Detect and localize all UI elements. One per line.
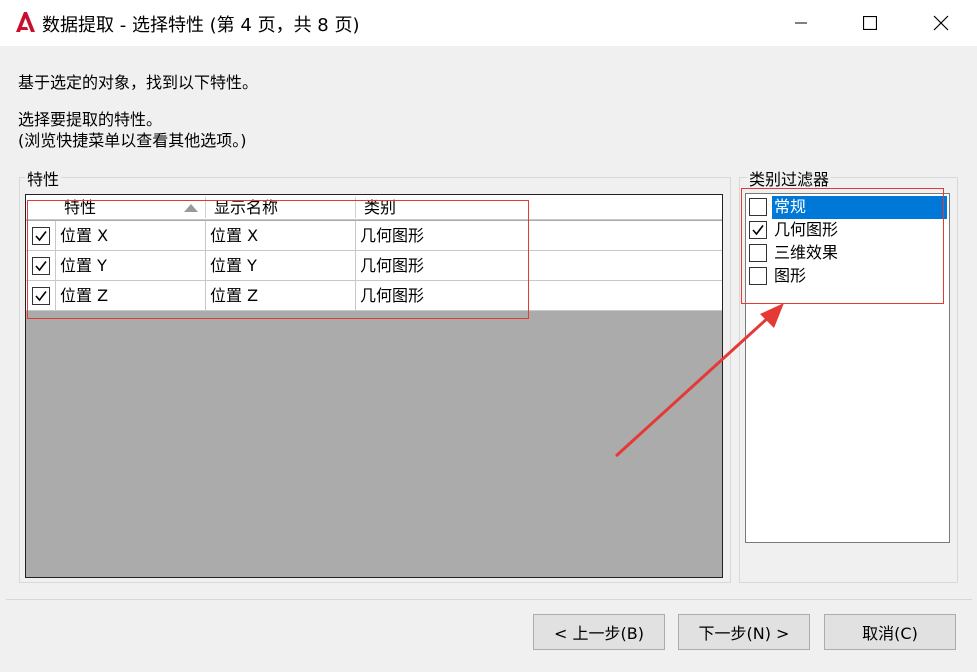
- column-header-property-label: 特性: [64, 198, 97, 217]
- autocad-a-icon: [16, 12, 35, 32]
- title-bar: 数据提取 - 选择特性 (第 4 页，共 8 页): [0, 0, 977, 46]
- column-header-display-name[interactable]: 显示名称: [206, 195, 356, 220]
- annotation-arrow-icon: [614, 303, 784, 458]
- next-button-label: 下一步(N) >: [698, 624, 790, 643]
- cell-category: 几何图形: [360, 256, 425, 275]
- filter-item-graphics[interactable]: 图形: [746, 265, 949, 288]
- window-title: 数据提取 - 选择特性 (第 4 页，共 8 页): [42, 15, 360, 36]
- filter-checkbox[interactable]: [749, 221, 767, 239]
- close-button[interactable]: [918, 0, 964, 46]
- checkmark-icon: [35, 261, 47, 272]
- filter-checkbox[interactable]: [749, 244, 767, 262]
- checkmark-icon: [752, 225, 764, 236]
- filter-item-label: 图形: [774, 266, 807, 285]
- cell-property: 位置 Z: [60, 286, 109, 305]
- next-button[interactable]: 下一步(N) >: [678, 614, 810, 650]
- instruction-found: 基于选定的对象，找到以下特性。: [18, 73, 259, 92]
- checkmark-icon: [35, 231, 47, 242]
- back-button[interactable]: < 上一步(B): [533, 614, 665, 650]
- filter-checkbox[interactable]: [749, 198, 767, 216]
- filter-checkbox[interactable]: [749, 267, 767, 285]
- maximize-icon: [863, 16, 877, 30]
- cell-display-name: 位置 X: [210, 226, 259, 245]
- row-checkbox[interactable]: [32, 287, 50, 305]
- filter-item-geometry[interactable]: 几何图形: [746, 219, 949, 242]
- column-header-category[interactable]: 类别: [356, 195, 556, 220]
- column-header-display-name-label: 显示名称: [214, 198, 279, 217]
- column-header-category-label: 类别: [364, 198, 397, 217]
- row-checkbox[interactable]: [32, 257, 50, 275]
- row-checkbox[interactable]: [32, 227, 50, 245]
- cell-category: 几何图形: [360, 286, 425, 305]
- cancel-button-label: 取消(C): [862, 624, 918, 643]
- cell-display-name: 位置 Y: [210, 256, 257, 275]
- properties-group-label: 特性: [25, 166, 62, 190]
- maximize-button[interactable]: [847, 0, 893, 46]
- cancel-button[interactable]: 取消(C): [824, 614, 956, 650]
- sort-ascending-icon: [184, 204, 198, 212]
- cell-property: 位置 Y: [60, 256, 107, 275]
- filter-item-3d-effects[interactable]: 三维效果: [746, 242, 949, 265]
- filter-item-label: 三维效果: [774, 243, 839, 262]
- table-row[interactable]: 位置 Y 位置 Y 几何图形: [26, 251, 722, 281]
- category-filter-label: 类别过滤器: [747, 166, 832, 190]
- footer-divider: [6, 599, 972, 600]
- filter-item-general[interactable]: 常规: [746, 196, 949, 219]
- close-icon: [933, 15, 949, 31]
- minimize-icon: [795, 22, 807, 24]
- cell-display-name: 位置 Z: [210, 286, 259, 305]
- cell-property: 位置 X: [60, 226, 109, 245]
- back-button-label: < 上一步(B): [554, 624, 644, 643]
- filter-item-label: 几何图形: [774, 220, 839, 239]
- grid-header: 特性 显示名称 类别: [26, 195, 722, 220]
- table-row[interactable]: 位置 X 位置 X 几何图形: [26, 221, 722, 251]
- checkmark-icon: [35, 291, 47, 302]
- instruction-context-menu: (浏览快捷菜单以查看其他选项。): [18, 131, 247, 150]
- filter-item-label: 常规: [772, 196, 947, 219]
- cell-category: 几何图形: [360, 226, 425, 245]
- minimize-button[interactable]: [778, 0, 824, 46]
